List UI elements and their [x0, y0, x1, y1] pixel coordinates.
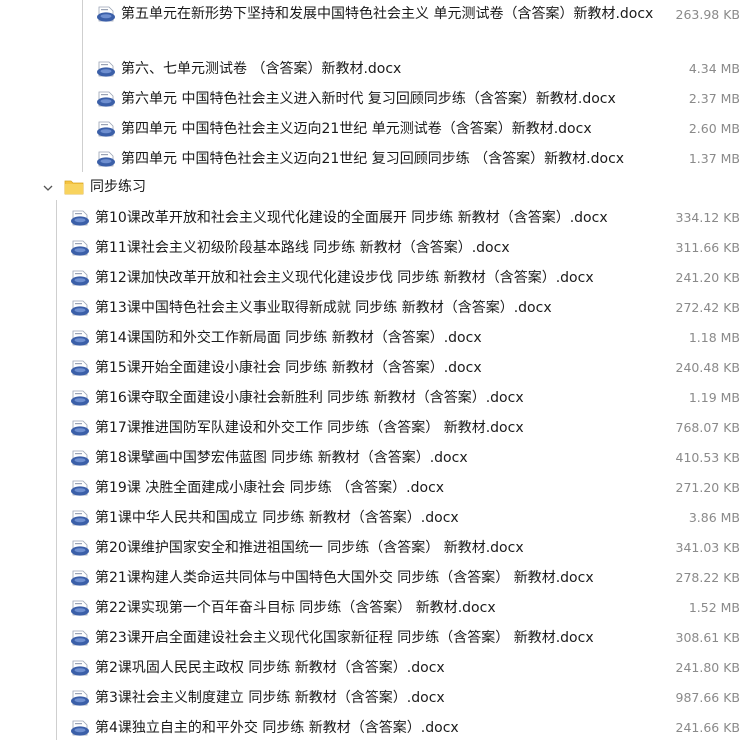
file-row[interactable]: 第14课国防和外交工作新局面 同步练 新教材（含答案）.docx 1.18 MB	[0, 323, 748, 353]
word-document-icon	[97, 6, 115, 22]
chevron-down-icon[interactable]	[42, 182, 54, 194]
word-document-icon	[71, 540, 89, 556]
file-size: 241.20 KB	[675, 270, 740, 285]
file-size: 278.22 KB	[675, 570, 740, 585]
folder-icon	[64, 180, 84, 195]
file-size: 1.52 MB	[688, 600, 740, 615]
file-name: 第11课社会主义初级阶段基本路线 同步练 新教材（含答案）.docx	[95, 240, 510, 256]
file-size: 3.86 MB	[688, 510, 740, 525]
word-document-icon	[71, 720, 89, 736]
word-document-icon	[71, 480, 89, 496]
file-name: 第15课开始全面建设小康社会 同步练 新教材（含答案）.docx	[95, 360, 482, 376]
folder-row[interactable]: 同步练习	[0, 173, 748, 203]
word-document-icon	[71, 420, 89, 436]
file-size: 1.18 MB	[688, 330, 740, 345]
file-row[interactable]: 第16课夺取全面建设小康社会新胜利 同步练 新教材（含答案）.docx 1.19 …	[0, 383, 748, 413]
file-name: 第六、七单元测试卷 （含答案）新教材.docx	[121, 61, 402, 77]
file-size: 308.61 KB	[675, 630, 740, 645]
word-document-icon	[71, 390, 89, 406]
file-name: 第13课中国特色社会主义事业取得新成就 同步练 新教材（含答案）.docx	[95, 300, 552, 316]
file-row[interactable]: 第四单元 中国特色社会主义迈向21世纪 单元测试卷（含答案）新教材.docx 2.…	[0, 114, 748, 144]
file-row[interactable]: 第19课 决胜全面建成小康社会 同步练 （含答案）.docx 271.20 KB	[0, 473, 748, 503]
word-document-icon	[71, 300, 89, 316]
file-row[interactable]: 第13课中国特色社会主义事业取得新成就 同步练 新教材（含答案）.docx 272…	[0, 293, 748, 323]
file-row[interactable]: 第1课中华人民共和国成立 同步练 新教材（含答案）.docx 3.86 MB	[0, 503, 748, 533]
file-size: 2.37 MB	[688, 91, 740, 106]
file-size: 987.66 KB	[675, 690, 740, 705]
file-row[interactable]: 第五单元在新形势下坚持和发展中国特色社会主义 单元测试卷（含答案）新教材.doc…	[0, 0, 748, 54]
file-size: 4.34 MB	[688, 61, 740, 76]
word-document-icon	[71, 330, 89, 346]
file-name: 第16课夺取全面建设小康社会新胜利 同步练 新教材（含答案）.docx	[95, 390, 524, 406]
file-row[interactable]: 第六、七单元测试卷 （含答案）新教材.docx 4.34 MB	[0, 54, 748, 84]
file-name: 第五单元在新形势下坚持和发展中国特色社会主义 单元测试卷（含答案）新教材.doc…	[121, 6, 654, 22]
file-name: 第3课社会主义制度建立 同步练 新教材（含答案）.docx	[95, 690, 445, 706]
file-row[interactable]: 第18课擘画中国梦宏伟蓝图 同步练 新教材（含答案）.docx 410.53 KB	[0, 443, 748, 473]
file-name: 第23课开启全面建设社会主义现代化国家新征程 同步练（含答案） 新教材.docx	[95, 630, 594, 646]
file-name: 第14课国防和外交工作新局面 同步练 新教材（含答案）.docx	[95, 330, 482, 346]
file-row[interactable]: 第2课巩固人民民主政权 同步练 新教材（含答案）.docx 241.80 KB	[0, 653, 748, 683]
word-document-icon	[71, 600, 89, 616]
file-name: 第21课构建人类命运共同体与中国特色大国外交 同步练（含答案） 新教材.docx	[95, 570, 594, 586]
file-name: 第六单元 中国特色社会主义进入新时代 复习回顾同步练（含答案）新教材.docx	[121, 91, 616, 107]
file-size: 768.07 KB	[675, 420, 740, 435]
file-size: 240.48 KB	[675, 360, 740, 375]
word-document-icon	[71, 360, 89, 376]
file-row[interactable]: 第21课构建人类命运共同体与中国特色大国外交 同步练（含答案） 新教材.docx…	[0, 563, 748, 593]
word-document-icon	[71, 240, 89, 256]
word-document-icon	[71, 450, 89, 466]
file-name: 第12课加快改革开放和社会主义现代化建设步伐 同步练 新教材（含答案）.docx	[95, 270, 594, 286]
file-size: 241.66 KB	[675, 720, 740, 735]
file-name: 第17课推进国防军队建设和外交工作 同步练（含答案） 新教材.docx	[95, 420, 524, 436]
file-row[interactable]: 第四单元 中国特色社会主义迈向21世纪 复习回顾同步练 （含答案）新教材.doc…	[0, 144, 748, 174]
word-document-icon	[71, 630, 89, 646]
file-name: 第四单元 中国特色社会主义迈向21世纪 复习回顾同步练 （含答案）新教材.doc…	[121, 151, 625, 167]
file-row[interactable]: 第22课实现第一个百年奋斗目标 同步练（含答案） 新教材.docx 1.52 MB	[0, 593, 748, 623]
file-row[interactable]: 第23课开启全面建设社会主义现代化国家新征程 同步练（含答案） 新教材.docx…	[0, 623, 748, 653]
file-size: 271.20 KB	[675, 480, 740, 495]
file-row[interactable]: 第3课社会主义制度建立 同步练 新教材（含答案）.docx 987.66 KB	[0, 683, 748, 713]
word-document-icon	[71, 270, 89, 286]
word-document-icon	[97, 121, 115, 137]
file-size: 1.37 MB	[688, 151, 740, 166]
file-name: 第10课改革开放和社会主义现代化建设的全面展开 同步练 新教材（含答案）.doc…	[95, 210, 608, 226]
file-name: 第4课独立自主的和平外交 同步练 新教材（含答案）.docx	[95, 720, 459, 736]
file-size: 2.60 MB	[688, 121, 740, 136]
word-document-icon	[97, 61, 115, 77]
file-size: 410.53 KB	[675, 450, 740, 465]
file-row[interactable]: 第17课推进国防军队建设和外交工作 同步练（含答案） 新教材.docx 768.0…	[0, 413, 748, 443]
file-size: 341.03 KB	[675, 540, 740, 555]
file-size: 311.66 KB	[675, 240, 740, 255]
word-document-icon	[97, 91, 115, 107]
file-name: 第2课巩固人民民主政权 同步练 新教材（含答案）.docx	[95, 660, 445, 676]
file-name: 第四单元 中国特色社会主义迈向21世纪 单元测试卷（含答案）新教材.docx	[121, 121, 592, 137]
file-size: 272.42 KB	[675, 300, 740, 315]
file-row[interactable]: 第4课独立自主的和平外交 同步练 新教材（含答案）.docx 241.66 KB	[0, 713, 748, 743]
word-document-icon	[97, 151, 115, 167]
file-name: 第19课 决胜全面建成小康社会 同步练 （含答案）.docx	[95, 480, 445, 496]
word-document-icon	[71, 570, 89, 586]
file-size: 334.12 KB	[675, 210, 740, 225]
file-name: 第22课实现第一个百年奋斗目标 同步练（含答案） 新教材.docx	[95, 600, 496, 616]
word-document-icon	[71, 660, 89, 676]
file-row[interactable]: 第10课改革开放和社会主义现代化建设的全面展开 同步练 新教材（含答案）.doc…	[0, 203, 748, 233]
file-row[interactable]: 第12课加快改革开放和社会主义现代化建设步伐 同步练 新教材（含答案）.docx…	[0, 263, 748, 293]
file-size: 263.98 KB	[675, 7, 740, 22]
word-document-icon	[71, 690, 89, 706]
file-name: 第18课擘画中国梦宏伟蓝图 同步练 新教材（含答案）.docx	[95, 450, 468, 466]
file-row[interactable]: 第20课维护国家安全和推进祖国统一 同步练（含答案） 新教材.docx 341.0…	[0, 533, 748, 563]
file-name: 第1课中华人民共和国成立 同步练 新教材（含答案）.docx	[95, 510, 459, 526]
word-document-icon	[71, 510, 89, 526]
file-size: 241.80 KB	[675, 660, 740, 675]
file-name: 第20课维护国家安全和推进祖国统一 同步练（含答案） 新教材.docx	[95, 540, 524, 556]
file-row[interactable]: 第六单元 中国特色社会主义进入新时代 复习回顾同步练（含答案）新教材.docx 2…	[0, 84, 748, 114]
word-document-icon	[71, 210, 89, 226]
file-row[interactable]: 第11课社会主义初级阶段基本路线 同步练 新教材（含答案）.docx 311.66…	[0, 233, 748, 263]
file-size: 1.19 MB	[688, 390, 740, 405]
file-row[interactable]: 第15课开始全面建设小康社会 同步练 新教材（含答案）.docx 240.48 K…	[0, 353, 748, 383]
folder-name: 同步练习	[90, 179, 146, 195]
